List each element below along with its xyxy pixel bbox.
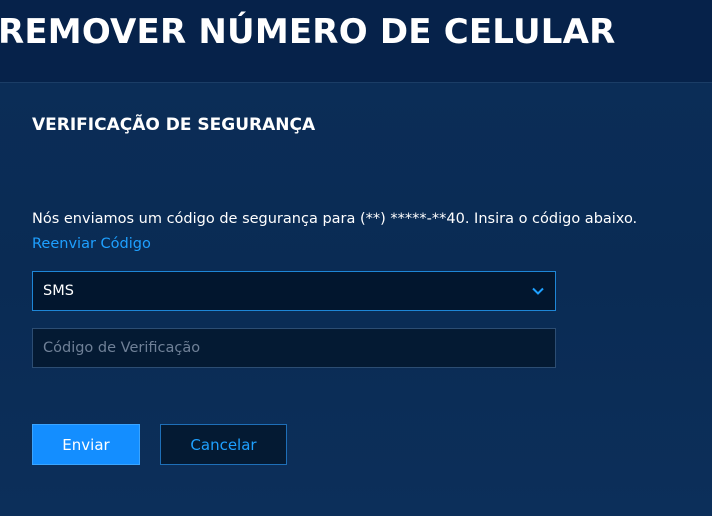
send-button[interactable]: Enviar xyxy=(32,424,140,465)
section-title: VERIFICAÇÃO DE SEGURANÇA xyxy=(32,115,316,135)
security-verification-panel: VERIFICAÇÃO DE SEGURANÇA Nós enviamos um… xyxy=(0,82,712,516)
chevron-down-icon xyxy=(531,284,545,298)
resend-code-link[interactable]: Reenviar Código xyxy=(32,234,151,254)
verification-message: Nós enviamos um código de segurança para… xyxy=(32,211,638,227)
cancel-button[interactable]: Cancelar xyxy=(160,424,287,465)
verification-method-value: SMS xyxy=(43,283,74,299)
page-title: REMOVER NÚMERO DE CELULAR xyxy=(0,12,616,52)
verification-code-input[interactable] xyxy=(32,328,556,368)
verification-method-select[interactable]: SMS xyxy=(32,271,556,311)
